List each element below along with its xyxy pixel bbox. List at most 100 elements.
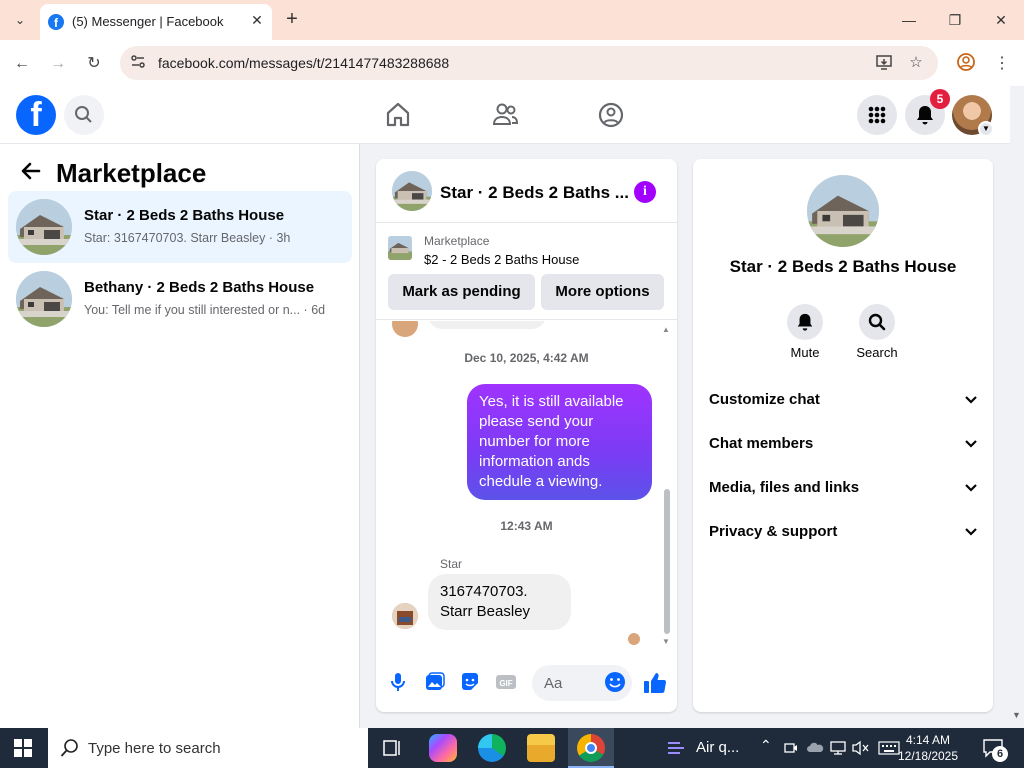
house-photo[interactable] <box>807 175 879 247</box>
install-app-icon[interactable] <box>874 53 894 75</box>
search-label: Search <box>856 345 898 360</box>
gif-icon[interactable]: GIF <box>495 671 517 693</box>
show-hidden-icons-icon[interactable]: ⌃ <box>760 737 772 754</box>
section-label: Media, files and links <box>709 479 860 496</box>
listing-banner: Marketplace $2 - 2 Beds 2 Baths House Ma… <box>376 224 677 320</box>
scroll-up-icon[interactable]: ▲ <box>662 325 670 334</box>
scrollbar-thumb[interactable] <box>664 489 670 634</box>
mark-pending-button[interactable]: Mark as pending <box>388 274 535 310</box>
home-icon[interactable] <box>382 99 414 131</box>
timestamp: Dec 10, 2025, 4:42 AM <box>464 351 589 365</box>
clock-time: 4:14 AM <box>905 733 951 747</box>
tab-close-icon[interactable]: ✕ <box>248 12 266 29</box>
minimize-icon[interactable]: — <box>894 8 924 32</box>
message-list[interactable]: Dec 10, 2025, 4:42 AM Yes, it is still a… <box>376 321 677 651</box>
menu-grid-icon[interactable] <box>857 95 897 135</box>
emoji-icon[interactable] <box>604 671 626 693</box>
windows-taskbar: Type here to search Air q... ⌃ 4:14 AM 1… <box>0 728 1024 768</box>
tab-search-dropdown-icon[interactable]: ⌄ <box>8 8 32 32</box>
customize-chat-section[interactable]: Customize chat <box>709 389 979 413</box>
sender-avatar <box>392 603 418 629</box>
chrome-taskbar-button[interactable] <box>568 728 614 768</box>
windows-start-icon[interactable] <box>14 739 32 762</box>
reload-icon[interactable]: ↻ <box>82 52 106 76</box>
listing-price: $2 - 2 Beds 2 Baths House <box>424 252 580 267</box>
chat-members-section[interactable]: Chat members <box>709 433 979 457</box>
site-info-icon[interactable] <box>130 54 146 73</box>
privacy-support-section[interactable]: Privacy & support <box>709 521 979 545</box>
copilot-icon[interactable] <box>429 734 457 762</box>
chat-header: Star · 2 Beds 2 Baths ... i <box>376 159 677 223</box>
facebook-logo-icon[interactable]: f <box>16 95 56 135</box>
taskbar-notification-badge: 6 <box>992 746 1008 762</box>
forward-icon[interactable]: → <box>46 52 70 76</box>
profile-icon[interactable] <box>954 52 978 76</box>
read-receipt-avatar <box>628 633 640 645</box>
tab-title: (5) Messenger | Facebook <box>72 14 224 29</box>
maximize-icon[interactable]: ❐ <box>940 8 970 32</box>
search-icon <box>60 738 80 763</box>
mute-label: Mute <box>790 345 820 360</box>
svg-text:GIF: GIF <box>499 679 512 688</box>
address-bar[interactable]: facebook.com/messages/t/2141477483288688… <box>120 46 938 80</box>
chevron-down-icon[interactable]: ▼ <box>978 121 994 137</box>
meet-now-icon[interactable] <box>783 740 799 761</box>
chat-title[interactable]: Star · 2 Beds 2 Baths ... <box>440 183 640 203</box>
conversation-item[interactable]: Bethany · 2 Beds 2 Baths House You: Tell… <box>8 263 352 335</box>
sticker-icon[interactable] <box>459 671 481 693</box>
conversation-item[interactable]: Star · 2 Beds 2 Baths House Star: 316747… <box>8 191 352 263</box>
taskbar-clock[interactable]: 4:14 AM 12/18/2025 <box>888 732 968 764</box>
search-icon[interactable] <box>64 95 104 135</box>
file-explorer-icon[interactable] <box>527 734 555 762</box>
notification-badge: 5 <box>930 89 950 109</box>
browser-toolbar: ← → ↻ facebook.com/messages/t/2141477483… <box>0 40 1024 86</box>
groups-icon[interactable] <box>595 99 627 131</box>
media-files-links-section[interactable]: Media, files and links <box>709 477 979 501</box>
info-icon[interactable]: i <box>634 181 656 203</box>
window-close-icon[interactable]: ✕ <box>986 8 1016 32</box>
chat-info-panel: Star · 2 Beds 2 Baths House Mute Search … <box>693 159 993 712</box>
microphone-icon[interactable] <box>387 671 409 693</box>
url-text: facebook.com/messages/t/2141477483288688 <box>158 55 450 71</box>
conversation-preview: Star: 3167470703. Starr Beasley · 3h <box>84 231 291 245</box>
previous-message-bubble <box>428 321 546 329</box>
back-arrow-icon[interactable] <box>20 160 42 188</box>
facebook-favicon-icon: f <box>48 14 64 30</box>
listing-thumbnail[interactable] <box>388 236 412 260</box>
chat-panel: Star · 2 Beds 2 Baths ... i Marketplace … <box>376 159 677 712</box>
bookmark-star-icon[interactable]: ☆ <box>906 53 926 71</box>
network-icon[interactable] <box>830 740 846 761</box>
search-chat-button[interactable] <box>859 304 895 340</box>
browser-tab[interactable]: f (5) Messenger | Facebook ✕ <box>40 4 272 40</box>
outgoing-message: Yes, it is still available please send y… <box>467 384 652 500</box>
new-tab-button[interactable]: + <box>282 8 302 30</box>
scroll-down-icon[interactable]: ▼ <box>1012 710 1021 720</box>
taskbar-search-placeholder: Type here to search <box>88 740 221 757</box>
facebook-header: f ▼ <box>0 86 1010 144</box>
volume-muted-icon[interactable] <box>852 740 870 761</box>
thumbs-up-icon[interactable] <box>643 671 667 694</box>
friends-icon[interactable] <box>489 99 521 131</box>
taskbar-search[interactable]: Type here to search <box>48 728 368 768</box>
edge-browser-icon[interactable] <box>478 734 506 762</box>
task-view-icon[interactable] <box>382 738 402 763</box>
incoming-message: 3167470703. Starr Beasley <box>428 574 571 630</box>
message-composer: GIF Aa <box>376 659 677 712</box>
onedrive-icon[interactable] <box>806 740 824 761</box>
more-options-button[interactable]: More options <box>541 274 664 310</box>
house-thumbnail <box>16 271 72 327</box>
chevron-down-icon <box>963 435 979 451</box>
sender-avatar <box>392 321 418 337</box>
clock-date: 12/18/2025 <box>897 749 959 763</box>
back-icon[interactable]: ← <box>10 52 34 76</box>
chevron-down-icon <box>963 523 979 539</box>
house-thumbnail[interactable] <box>392 171 432 211</box>
weather-icon[interactable] <box>666 738 686 763</box>
browser-menu-icon[interactable]: ⋮ <box>990 52 1014 76</box>
weather-label[interactable]: Air q... <box>696 739 739 756</box>
mute-button[interactable] <box>787 304 823 340</box>
scroll-down-icon[interactable]: ▼ <box>662 637 670 646</box>
page-scrollbar[interactable]: ▼ <box>1010 144 1024 728</box>
house-thumbnail <box>16 199 72 255</box>
photo-icon[interactable] <box>423 671 445 693</box>
